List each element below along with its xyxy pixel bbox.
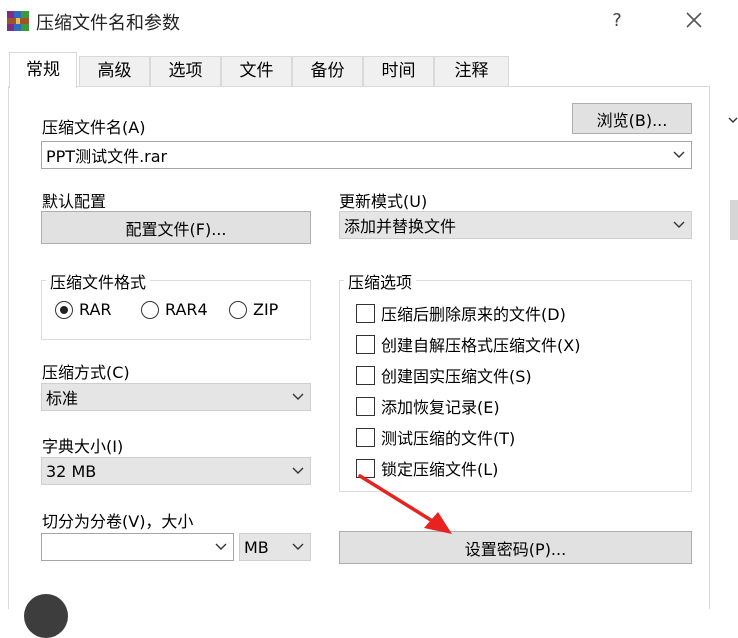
dictionary-size-select[interactable]: 32 MB [41,457,311,485]
option-delete-after-label: 压缩后删除原来的文件(D) [381,305,566,324]
title-bar: 压缩文件名和参数 ? [0,0,738,42]
tab-general[interactable]: 常规 [9,52,77,88]
split-unit-select[interactable]: MB [239,533,311,561]
option-solid-label: 创建固实压缩文件(S) [381,367,532,386]
option-recovery-record-label: 添加恢复记录(E) [381,398,500,417]
compression-method-value: 标准 [46,389,79,408]
checkbox-delete-after[interactable] [356,303,375,323]
option-delete-after[interactable]: 压缩后删除原来的文件(D) [356,301,566,325]
checkbox-recovery-record[interactable] [356,396,375,416]
tab-options[interactable]: 选项 [150,56,221,86]
chevron-down-icon[interactable] [728,108,738,134]
scrollbar-thumb[interactable] [730,200,738,240]
update-mode-value: 添加并替换文件 [344,217,457,236]
option-recovery-record[interactable]: 添加恢复记录(E) [356,394,500,418]
chevron-down-icon[interactable] [667,212,691,238]
radio-rar-label: RAR [79,300,112,319]
split-volumes-label: 切分为分卷(V)，大小 [42,512,194,531]
split-unit-value: MB [244,537,269,557]
option-solid[interactable]: 创建固实压缩文件(S) [356,363,532,387]
radio-zip-label: ZIP [253,300,279,319]
archive-name-combo[interactable]: PPT测试文件.rar [41,141,692,169]
dictionary-size-label: 字典大小(I) [42,437,124,456]
update-mode-select[interactable]: 添加并替换文件 [339,211,692,239]
profiles-button[interactable]: 配置文件(F)... [41,211,311,244]
option-sfx[interactable]: 创建自解压格式压缩文件(X) [356,332,580,356]
compression-method-select[interactable]: 标准 [41,383,311,411]
floating-circle-button[interactable] [24,594,68,638]
tab-time[interactable]: 时间 [363,56,434,86]
red-arrow-annotation [358,474,452,534]
format-option-zip[interactable]: ZIP [229,300,278,319]
option-test-files-label: 测试压缩的文件(T) [381,429,516,448]
default-profile-label: 默认配置 [42,192,107,211]
chevron-down-icon[interactable] [209,534,233,560]
radio-zip[interactable] [229,300,247,319]
option-sfx-label: 创建自解压格式压缩文件(X) [381,336,581,355]
radio-rar4-label: RAR4 [165,300,208,319]
checkbox-test-files[interactable] [356,427,375,447]
archive-format-title: 压缩文件格式 [46,269,151,293]
tab-advanced[interactable]: 高级 [79,56,150,86]
archive-name-value: PPT测试文件.rar [46,147,168,166]
tab-backup[interactable]: 备份 [292,56,363,86]
option-test-files[interactable]: 测试压缩的文件(T) [356,425,515,449]
window-title: 压缩文件名和参数 [36,13,180,34]
checkbox-solid[interactable] [356,365,375,385]
archive-name-label: 压缩文件名(A) [42,118,146,137]
browse-button[interactable]: 浏览(B)... [572,103,692,134]
dictionary-size-value: 32 MB [46,461,97,481]
chevron-down-icon[interactable] [286,458,310,484]
format-option-rar4[interactable]: RAR4 [141,300,208,319]
winrar-app-icon [7,11,29,31]
close-icon[interactable] [676,6,712,36]
compression-method-label: 压缩方式(C) [42,363,130,382]
chevron-down-icon[interactable] [667,142,691,168]
tab-comment[interactable]: 注释 [434,56,509,86]
chevron-down-icon[interactable] [286,384,310,410]
tab-files[interactable]: 文件 [221,56,292,86]
update-mode-label: 更新模式(U) [339,192,428,211]
checkbox-sfx[interactable] [356,334,375,354]
format-option-rar[interactable]: RAR [55,300,112,319]
help-button[interactable]: ? [600,6,634,36]
radio-rar[interactable] [55,300,73,319]
split-size-combo[interactable] [41,533,234,561]
chevron-down-icon[interactable] [286,534,310,560]
radio-rar4[interactable] [141,300,159,319]
archiving-options-title: 压缩选项 [344,269,417,293]
